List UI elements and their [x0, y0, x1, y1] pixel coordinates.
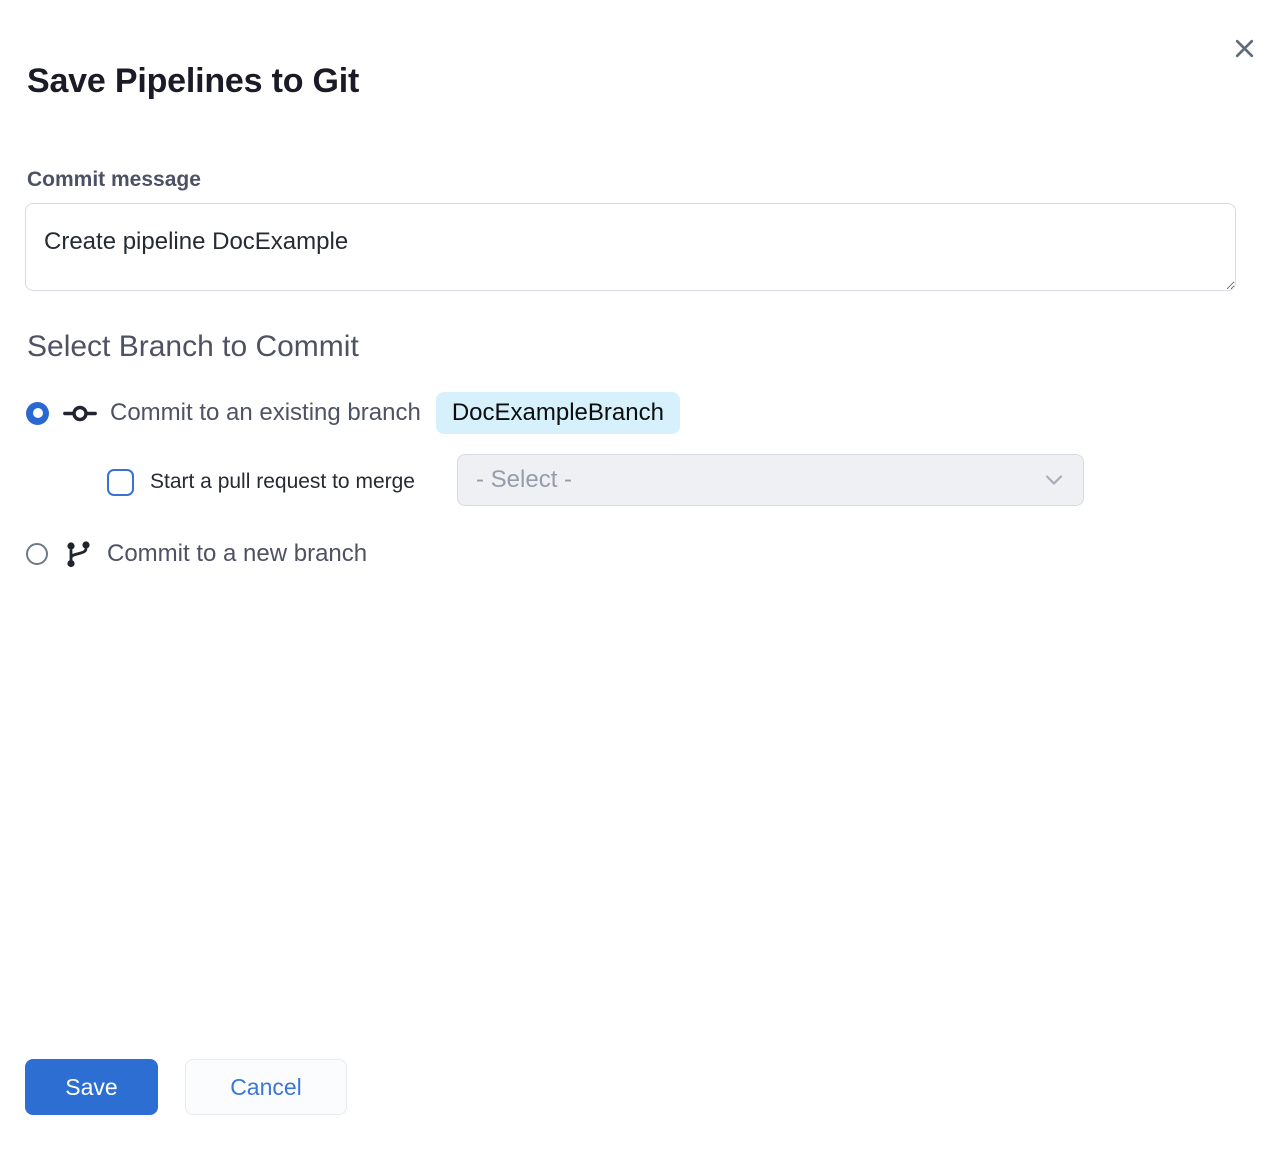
save-button[interactable]: Save — [25, 1059, 158, 1115]
select-branch-heading: Select Branch to Commit — [27, 330, 359, 363]
cancel-button[interactable]: Cancel — [185, 1059, 347, 1115]
merge-select-placeholder: - Select - — [476, 466, 572, 494]
commit-message-input[interactable]: Create pipeline DocExample — [25, 203, 1236, 291]
existing-branch-option: Commit to an existing branch DocExampleB… — [26, 391, 680, 435]
git-branch-icon — [64, 539, 92, 570]
dialog-footer: Save Cancel — [25, 1059, 347, 1115]
pull-request-checkbox[interactable] — [107, 469, 134, 496]
radio-dot — [33, 408, 43, 418]
branch-name-badge: DocExampleBranch — [436, 392, 680, 434]
new-branch-label: Commit to a new branch — [107, 540, 367, 568]
git-commit-icon — [63, 402, 97, 425]
existing-branch-radio[interactable] — [26, 402, 49, 425]
pull-request-row: Start a pull request to merge — [107, 468, 415, 496]
chevron-down-icon — [1045, 474, 1063, 486]
existing-branch-label: Commit to an existing branch — [110, 399, 421, 427]
close-button[interactable] — [1224, 28, 1264, 68]
pull-request-label: Start a pull request to merge — [150, 470, 415, 494]
new-branch-radio[interactable] — [26, 543, 48, 565]
new-branch-option: Commit to a new branch — [26, 539, 367, 569]
save-pipelines-dialog: Save Pipelines to Git Commit message Cre… — [0, 0, 1265, 1152]
page-title: Save Pipelines to Git — [27, 63, 359, 99]
commit-message-label: Commit message — [27, 168, 201, 191]
merge-branch-select[interactable]: - Select - — [457, 454, 1084, 506]
close-icon — [1232, 36, 1257, 61]
